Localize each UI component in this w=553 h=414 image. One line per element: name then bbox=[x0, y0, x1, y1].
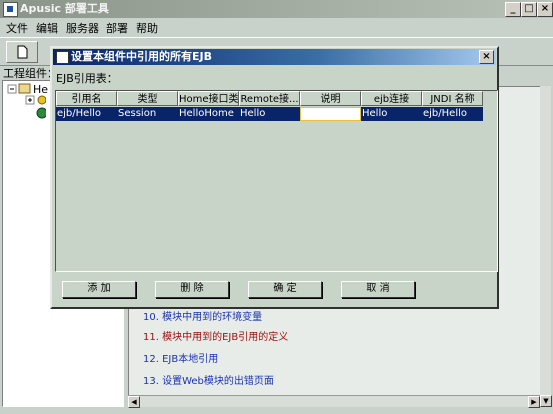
scroll-right-icon[interactable]: ▶ bbox=[528, 396, 540, 408]
col-home[interactable]: Home接口类 bbox=[178, 91, 239, 106]
menu-file[interactable]: 文件 bbox=[6, 20, 28, 36]
new-button[interactable] bbox=[6, 41, 38, 63]
cancel-button[interactable]: 取 消 bbox=[341, 281, 415, 298]
col-jndi[interactable]: JNDI 名称 bbox=[422, 91, 483, 106]
app-title: Apusic 部署工具 bbox=[20, 2, 109, 15]
dialog-titlebar[interactable]: 设置本组件中引用的所有EJB × bbox=[53, 49, 496, 65]
table-cell[interactable]: ejb/Hello bbox=[422, 107, 483, 121]
scroll-down-icon[interactable]: ▼ bbox=[540, 395, 552, 407]
menu-edit[interactable]: 编辑 bbox=[36, 20, 58, 36]
col-remote[interactable]: Remote接... bbox=[239, 91, 300, 106]
ok-button[interactable]: 确 定 bbox=[248, 281, 322, 298]
app-icon bbox=[3, 2, 18, 17]
ejb-table-label: EJB引用表： bbox=[56, 72, 118, 85]
scroll-left-icon[interactable]: ◀ bbox=[128, 396, 140, 408]
dialog-icon bbox=[56, 51, 69, 64]
dialog-title: 设置本组件中引用的所有EJB bbox=[71, 50, 212, 63]
table-cell[interactable]: Hello bbox=[361, 107, 422, 121]
menu-help[interactable]: 帮助 bbox=[136, 20, 158, 36]
link-env-vars[interactable]: 10. 模块中用到的环境变量 bbox=[143, 308, 262, 323]
close-button[interactable]: × bbox=[537, 2, 553, 17]
menu-deploy[interactable]: 部署 bbox=[106, 20, 128, 36]
table-cell[interactable]: ejb/Hello bbox=[56, 107, 117, 121]
col-ref-name[interactable]: 引用名 bbox=[56, 91, 117, 106]
col-desc[interactable]: 说明 bbox=[300, 91, 361, 106]
new-file-icon bbox=[17, 45, 28, 59]
link-error-pages[interactable]: 13. 设置Web模块的出错页面 bbox=[143, 372, 274, 387]
link-ejb-local-refs[interactable]: 12. EJB本地引用 bbox=[143, 350, 218, 365]
maximize-button[interactable]: □ bbox=[521, 2, 537, 17]
ejb-ref-dialog: 设置本组件中引用的所有EJB × EJB引用表： 引用名 类型 Home接口类 … bbox=[50, 46, 499, 309]
horizontal-scrollbar[interactable]: ◀ ▶ bbox=[128, 395, 542, 408]
link-ejb-refs[interactable]: 11. 模块中用到的EJB引用的定义 bbox=[143, 328, 288, 343]
table-cell[interactable]: Hello bbox=[239, 107, 300, 121]
ejb-ref-table[interactable]: 引用名 类型 Home接口类 Remote接... 说明 ejb连接 JNDI … bbox=[55, 90, 498, 272]
delete-button[interactable]: 删 除 bbox=[155, 281, 229, 298]
desc-edit-cell[interactable] bbox=[300, 107, 361, 121]
dialog-close-button[interactable]: × bbox=[479, 50, 494, 64]
col-ejb-link[interactable]: ejb连接 bbox=[361, 91, 422, 106]
tree-root-label[interactable]: He bbox=[33, 83, 48, 96]
add-button[interactable]: 添 加 bbox=[62, 281, 136, 298]
menubar: 文件 编辑 服务器 部署 帮助 bbox=[0, 18, 553, 36]
vertical-scrollbar[interactable]: ▼ bbox=[540, 86, 552, 407]
main-titlebar[interactable]: Apusic 部署工具 _ □ × bbox=[0, 0, 553, 18]
menu-server[interactable]: 服务器 bbox=[66, 20, 99, 36]
col-type[interactable]: 类型 bbox=[117, 91, 178, 106]
minimize-button[interactable]: _ bbox=[505, 2, 521, 17]
table-cell[interactable]: HelloHome bbox=[178, 107, 239, 121]
table-cell[interactable]: Session bbox=[117, 107, 178, 121]
